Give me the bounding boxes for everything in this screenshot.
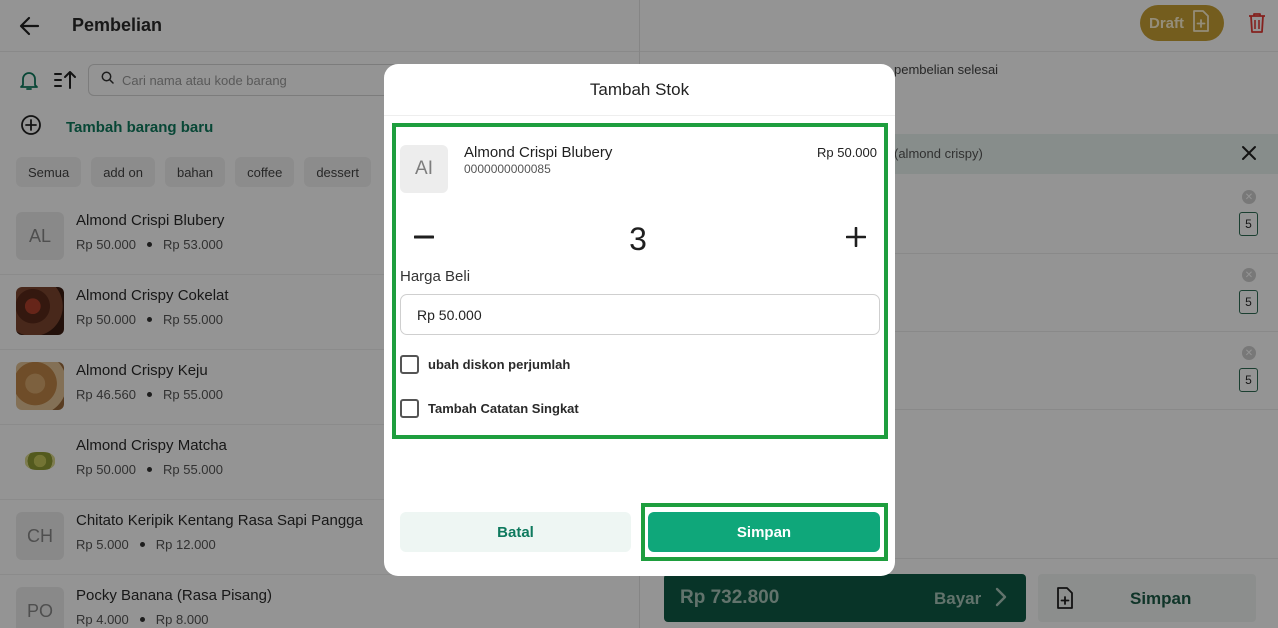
item-name: Almond Crispi Blubery: [464, 144, 613, 161]
note-checkbox[interactable]: [400, 399, 419, 418]
cancel-button[interactable]: Batal: [400, 512, 631, 552]
minus-icon[interactable]: [412, 226, 436, 248]
discount-checkbox-label[interactable]: ubah diskon perjumlah: [428, 357, 570, 372]
save-button[interactable]: Simpan: [648, 512, 880, 552]
item-price: Rp 50.000: [817, 145, 877, 160]
plus-icon[interactable]: [844, 225, 868, 249]
buy-price-input[interactable]: Rp 50.000: [400, 294, 880, 335]
item-thumbnail: AI: [400, 145, 448, 193]
item-code: 0000000000085: [464, 162, 551, 176]
dialog-title: Tambah Stok: [384, 64, 895, 116]
add-stock-dialog: Tambah Stok AI Almond Crispi Blubery 000…: [384, 64, 895, 576]
quantity-value[interactable]: 3: [616, 221, 660, 258]
buy-price-label: Harga Beli: [400, 268, 471, 285]
note-checkbox-label[interactable]: Tambah Catatan Singkat: [428, 401, 579, 416]
discount-checkbox[interactable]: [400, 355, 419, 374]
